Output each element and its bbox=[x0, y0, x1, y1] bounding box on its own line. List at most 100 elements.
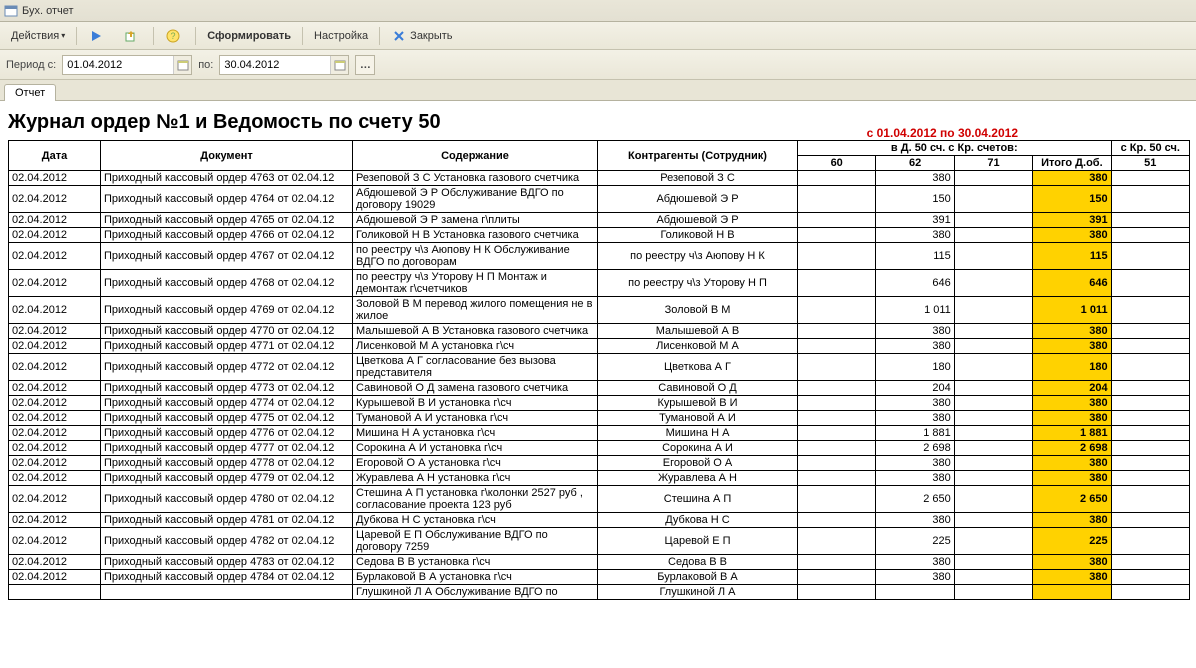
cell-71 bbox=[954, 456, 1032, 471]
cell-contr: Абдюшевой Э Р bbox=[598, 186, 798, 213]
cell-date: 02.04.2012 bbox=[9, 171, 101, 186]
cell-date: 02.04.2012 bbox=[9, 528, 101, 555]
cell-71 bbox=[954, 585, 1032, 600]
table-row[interactable]: 02.04.2012Приходный кассовый ордер 4784 … bbox=[9, 570, 1190, 585]
cell-71 bbox=[954, 426, 1032, 441]
settings-button[interactable]: Настройка bbox=[307, 27, 375, 45]
table-row[interactable]: 02.04.2012Приходный кассовый ордер 4768 … bbox=[9, 270, 1190, 297]
cell-total: 150 bbox=[1033, 186, 1111, 213]
table-row[interactable]: 02.04.2012Приходный кассовый ордер 4773 … bbox=[9, 381, 1190, 396]
cell-71 bbox=[954, 570, 1032, 585]
cell-doc: Приходный кассовый ордер 4765 от 02.04.1… bbox=[101, 213, 353, 228]
cell-71 bbox=[954, 270, 1032, 297]
table-row[interactable]: 02.04.2012Приходный кассовый ордер 4780 … bbox=[9, 486, 1190, 513]
cell-71 bbox=[954, 471, 1032, 486]
table-row[interactable]: 02.04.2012Приходный кассовый ордер 4767 … bbox=[9, 243, 1190, 270]
cell-desc: Егоровой О А установка г\сч bbox=[353, 456, 598, 471]
cell-doc: Приходный кассовый ордер 4781 от 02.04.1… bbox=[101, 513, 353, 528]
table-row[interactable]: 02.04.2012Приходный кассовый ордер 4766 … bbox=[9, 228, 1190, 243]
tab-report[interactable]: Отчет bbox=[4, 84, 56, 101]
th-date: Дата bbox=[9, 141, 101, 171]
cell-desc: Абдюшевой Э Р замена г\плиты bbox=[353, 213, 598, 228]
table-row[interactable]: 02.04.2012Приходный кассовый ордер 4776 … bbox=[9, 426, 1190, 441]
cell-desc: Голиковой Н В Установка газового счетчик… bbox=[353, 228, 598, 243]
export-icon bbox=[123, 28, 139, 44]
form-button[interactable]: Сформировать bbox=[200, 27, 298, 45]
cell-contr: Малышевой А В bbox=[598, 324, 798, 339]
date-to-field[interactable] bbox=[219, 55, 349, 75]
export-button[interactable] bbox=[116, 25, 149, 47]
cell-total: 380 bbox=[1033, 228, 1111, 243]
cell-date: 02.04.2012 bbox=[9, 243, 101, 270]
cell-51 bbox=[1111, 441, 1189, 456]
cell-desc: Глушкиной Л А Обслуживание ВДГО по bbox=[353, 585, 598, 600]
table-row[interactable]: 02.04.2012Приходный кассовый ордер 4772 … bbox=[9, 354, 1190, 381]
window-title: Бух. отчет bbox=[22, 5, 74, 17]
cell-51 bbox=[1111, 426, 1189, 441]
cell-62: 1 011 bbox=[876, 297, 954, 324]
calendar-icon[interactable] bbox=[173, 56, 191, 74]
table-row[interactable]: Глушкиной Л А Обслуживание ВДГО поГлушки… bbox=[9, 585, 1190, 600]
cell-desc: по реестру ч\з Аюпову Н К Обслуживание В… bbox=[353, 243, 598, 270]
cell-contr: Тумановой А И bbox=[598, 411, 798, 426]
th-doc: Документ bbox=[101, 141, 353, 171]
cell-62: 380 bbox=[876, 171, 954, 186]
cell-60 bbox=[798, 471, 876, 486]
table-row[interactable]: 02.04.2012Приходный кассовый ордер 4764 … bbox=[9, 186, 1190, 213]
play-button[interactable] bbox=[81, 25, 114, 47]
table-row[interactable]: 02.04.2012Приходный кассовый ордер 4777 … bbox=[9, 441, 1190, 456]
table-row[interactable]: 02.04.2012Приходный кассовый ордер 4779 … bbox=[9, 471, 1190, 486]
cell-desc: Савиновой О Д замена газового счетчика bbox=[353, 381, 598, 396]
cell-71 bbox=[954, 441, 1032, 456]
cell-contr: Сорокина А И bbox=[598, 441, 798, 456]
cell-date: 02.04.2012 bbox=[9, 354, 101, 381]
date-to-input[interactable] bbox=[220, 59, 330, 71]
cell-62: 380 bbox=[876, 555, 954, 570]
table-row[interactable]: 02.04.2012Приходный кассовый ордер 4783 … bbox=[9, 555, 1190, 570]
cell-date bbox=[9, 585, 101, 600]
period-select-button[interactable]: … bbox=[355, 55, 375, 75]
table-row[interactable]: 02.04.2012Приходный кассовый ордер 4782 … bbox=[9, 528, 1190, 555]
table-row[interactable]: 02.04.2012Приходный кассовый ордер 4770 … bbox=[9, 324, 1190, 339]
cell-71 bbox=[954, 324, 1032, 339]
close-button[interactable]: Закрыть bbox=[384, 25, 459, 47]
cell-60 bbox=[798, 171, 876, 186]
help-button[interactable]: ? bbox=[158, 25, 191, 47]
cell-contr: Бурлаковой В А bbox=[598, 570, 798, 585]
cell-51 bbox=[1111, 339, 1189, 354]
report-title: Журнал ордер №1 и Ведомость по счету 50 bbox=[8, 111, 441, 134]
cell-date: 02.04.2012 bbox=[9, 441, 101, 456]
cell-doc: Приходный кассовый ордер 4766 от 02.04.1… bbox=[101, 228, 353, 243]
table-row[interactable]: 02.04.2012Приходный кассовый ордер 4769 … bbox=[9, 297, 1190, 324]
cell-contr: Глушкиной Л А bbox=[598, 585, 798, 600]
table-row[interactable]: 02.04.2012Приходный кассовый ордер 4765 … bbox=[9, 213, 1190, 228]
cell-doc: Приходный кассовый ордер 4777 от 02.04.1… bbox=[101, 441, 353, 456]
play-icon bbox=[88, 28, 104, 44]
table-row[interactable]: 02.04.2012Приходный кассовый ордер 4774 … bbox=[9, 396, 1190, 411]
cell-doc: Приходный кассовый ордер 4775 от 02.04.1… bbox=[101, 411, 353, 426]
cell-60 bbox=[798, 411, 876, 426]
cell-62: 380 bbox=[876, 570, 954, 585]
table-row[interactable]: 02.04.2012Приходный кассовый ордер 4775 … bbox=[9, 411, 1190, 426]
cell-62: 391 bbox=[876, 213, 954, 228]
cell-desc: Цветкова А Г согласование без вызова пре… bbox=[353, 354, 598, 381]
cell-total: 380 bbox=[1033, 324, 1111, 339]
actions-menu[interactable]: Действия ▾ bbox=[4, 27, 72, 45]
cell-total: 180 bbox=[1033, 354, 1111, 381]
report-period: с 01.04.2012 по 30.04.2012 bbox=[867, 126, 1018, 140]
cell-60 bbox=[798, 570, 876, 585]
cell-60 bbox=[798, 528, 876, 555]
cell-doc: Приходный кассовый ордер 4770 от 02.04.1… bbox=[101, 324, 353, 339]
date-from-input[interactable] bbox=[63, 59, 173, 71]
date-from-field[interactable] bbox=[62, 55, 192, 75]
cell-date: 02.04.2012 bbox=[9, 555, 101, 570]
table-row[interactable]: 02.04.2012Приходный кассовый ордер 4763 … bbox=[9, 171, 1190, 186]
table-row[interactable]: 02.04.2012Приходный кассовый ордер 4781 … bbox=[9, 513, 1190, 528]
cell-total: 380 bbox=[1033, 570, 1111, 585]
actions-label: Действия bbox=[11, 30, 59, 42]
table-row[interactable]: 02.04.2012Приходный кассовый ордер 4778 … bbox=[9, 456, 1190, 471]
cell-60 bbox=[798, 585, 876, 600]
table-row[interactable]: 02.04.2012Приходный кассовый ордер 4771 … bbox=[9, 339, 1190, 354]
cell-71 bbox=[954, 228, 1032, 243]
calendar-icon[interactable] bbox=[330, 56, 348, 74]
